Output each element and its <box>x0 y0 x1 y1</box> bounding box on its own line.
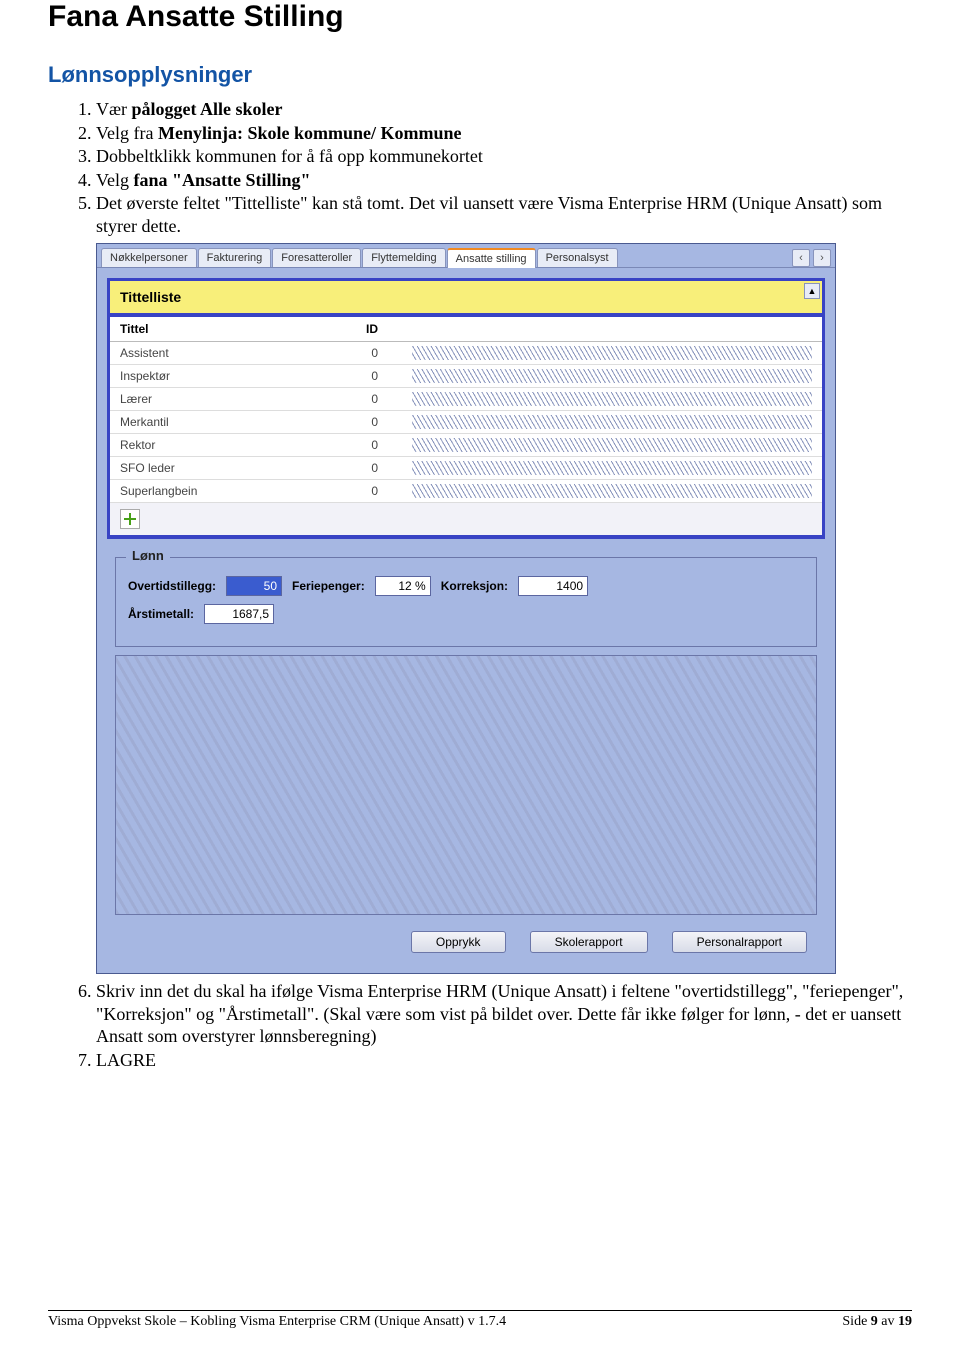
button-row: Opprykk Skolerapport Personalrapport <box>107 923 825 963</box>
hatch-cell <box>412 392 812 406</box>
cell-tittel: Assistent <box>110 342 342 365</box>
col-tittel: Tittel <box>110 317 342 342</box>
page-footer: Visma Oppvekst Skole – Kobling Visma Ent… <box>48 1310 912 1330</box>
lonn-legend: Lønn <box>126 548 170 563</box>
hatch-cell <box>412 438 812 452</box>
col-id: ID <box>342 317 402 342</box>
cell-id: 0 <box>342 388 402 411</box>
cell-tittel: SFO leder <box>110 457 342 480</box>
cell-tittel: Lærer <box>110 388 342 411</box>
scroll-up-button[interactable]: ▲ <box>804 283 820 299</box>
step-3: Dobbeltklikk kommunen for å få opp kommu… <box>96 145 912 168</box>
arstimetall-label: Årstimetall: <box>128 607 194 621</box>
table-row[interactable]: Superlangbein0 <box>110 480 822 503</box>
instruction-list-a: Vær pålogget Alle skoler Velg fra Menyli… <box>48 98 912 237</box>
tab-fakturering[interactable]: Fakturering <box>198 248 272 267</box>
tittelliste-table: Tittel ID Assistent0 Inspektør0 Lærer0 M… <box>110 317 822 503</box>
instruction-list-b: Skriv inn det du skal ha ifølge Visma En… <box>48 980 912 1071</box>
overtid-label: Overtidstillegg: <box>128 579 216 593</box>
empty-hatch-area <box>115 655 817 915</box>
overtid-input[interactable] <box>226 576 282 596</box>
step-1: Vær pålogget Alle skoler <box>96 98 912 121</box>
add-row-area <box>110 503 822 536</box>
korreksjon-input[interactable] <box>518 576 588 596</box>
hatch-cell <box>412 346 812 360</box>
cell-id: 0 <box>342 457 402 480</box>
cell-id: 0 <box>342 434 402 457</box>
tab-flyttemelding[interactable]: Flyttemelding <box>362 248 445 267</box>
tab-scroll-left-button[interactable]: ‹ <box>792 249 810 267</box>
step-5: Det øverste feltet "Tittelliste" kan stå… <box>96 192 912 237</box>
tittelliste-header: Tittelliste <box>110 281 822 317</box>
lonn-group: Lønn Overtidstillegg: Feriepenger: Korre… <box>115 557 817 647</box>
page-title: Fana Ansatte Stilling <box>48 0 912 34</box>
add-icon[interactable] <box>120 509 140 529</box>
cell-tittel: Merkantil <box>110 411 342 434</box>
step-2: Velg fra Menylinja: Skole kommune/ Kommu… <box>96 122 912 145</box>
tab-ansatte-stilling[interactable]: Ansatte stilling <box>447 248 536 268</box>
hatch-cell <box>412 369 812 383</box>
step-6: Skriv inn det du skal ha ifølge Visma En… <box>96 980 912 1048</box>
table-row[interactable]: Rektor0 <box>110 434 822 457</box>
cell-id: 0 <box>342 411 402 434</box>
table-row[interactable]: Merkantil0 <box>110 411 822 434</box>
table-row[interactable]: Lærer0 <box>110 388 822 411</box>
step-7: LAGRE <box>96 1049 912 1072</box>
feriepenger-label: Feriepenger: <box>292 579 365 593</box>
hatch-cell <box>412 415 812 429</box>
section-title: Lønnsopplysninger <box>48 62 912 88</box>
cell-tittel: Inspektør <box>110 365 342 388</box>
table-row[interactable]: Inspektør0 <box>110 365 822 388</box>
cell-tittel: Rektor <box>110 434 342 457</box>
tab-scroll-right-button[interactable]: › <box>813 249 831 267</box>
tab-strip: Nøkkelpersoner Fakturering Foresatteroll… <box>97 244 835 268</box>
cell-id: 0 <box>342 480 402 503</box>
opprykk-button[interactable]: Opprykk <box>411 931 506 953</box>
footer-right: Side 9 av 19 <box>842 1314 912 1330</box>
cell-id: 0 <box>342 342 402 365</box>
hatch-cell <box>412 484 812 498</box>
footer-left: Visma Oppvekst Skole – Kobling Visma Ent… <box>48 1314 506 1330</box>
feriepenger-input[interactable] <box>375 576 431 596</box>
tab-nokkelpersoner[interactable]: Nøkkelpersoner <box>101 248 197 267</box>
hatch-cell <box>412 461 812 475</box>
tab-foresatteroller[interactable]: Foresatteroller <box>272 248 361 267</box>
step-4: Velg fana "Ansatte Stilling" <box>96 169 912 192</box>
skolerapport-button[interactable]: Skolerapport <box>530 931 648 953</box>
cell-tittel: Superlangbein <box>110 480 342 503</box>
korreksjon-label: Korreksjon: <box>441 579 508 593</box>
tab-personalsyst[interactable]: Personalsyst <box>537 248 618 267</box>
table-row[interactable]: SFO leder0 <box>110 457 822 480</box>
cell-id: 0 <box>342 365 402 388</box>
app-screenshot: Nøkkelpersoner Fakturering Foresatteroll… <box>96 243 836 974</box>
arstimetall-input[interactable] <box>204 604 274 624</box>
tittelliste-panel: ▲ Tittelliste Tittel ID Assistent0 Inspe… <box>107 278 825 539</box>
table-row[interactable]: Assistent0 <box>110 342 822 365</box>
personalrapport-button[interactable]: Personalrapport <box>672 931 807 953</box>
